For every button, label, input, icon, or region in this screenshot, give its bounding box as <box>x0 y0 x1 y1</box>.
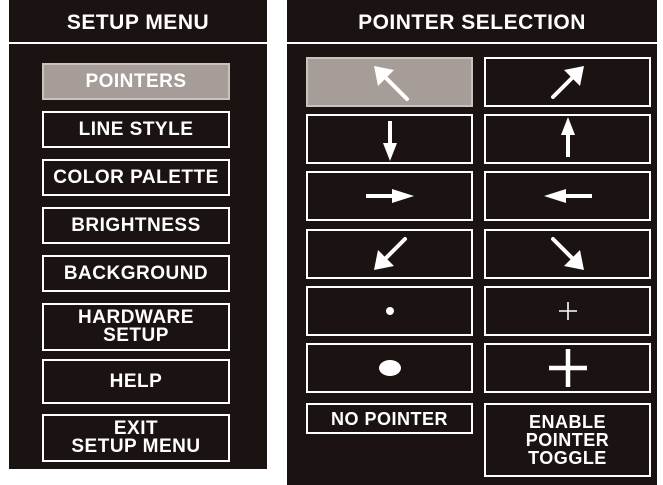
pointer-selection-title: POINTER SELECTION <box>358 11 586 34</box>
arrow-up-left-icon <box>373 66 409 101</box>
large-dot-icon <box>378 360 401 376</box>
setup-menu-title: SETUP MENU <box>66 11 210 34</box>
arrow-up-icon <box>560 117 575 157</box>
pointer-option-arrow-left[interactable] <box>484 171 651 221</box>
hardware-setup-button[interactable]: HARDWARE SETUP <box>42 303 230 351</box>
exit-setup-menu-button[interactable]: EXIT SETUP MENU <box>42 414 230 462</box>
color-palette-button[interactable]: COLOR PALETTE <box>42 159 230 196</box>
pointer-option-large-crosshair[interactable] <box>484 343 651 393</box>
small-dot-icon <box>385 307 394 315</box>
line-style-button[interactable]: LINE STYLE <box>42 111 230 148</box>
pointer-option-arrow-down-left[interactable] <box>306 229 473 279</box>
brightness-button[interactable]: BRIGHTNESS <box>42 207 230 244</box>
large-crosshair-icon <box>548 349 587 387</box>
arrow-right-icon <box>365 189 414 203</box>
pointer-option-arrow-up-left[interactable] <box>306 57 473 107</box>
pointer-option-arrow-down[interactable] <box>306 114 473 164</box>
pointer-option-arrow-up-right[interactable] <box>484 57 651 107</box>
background-button[interactable]: BACKGROUND <box>42 255 230 292</box>
pointer-option-small-dot[interactable] <box>306 286 473 336</box>
enable-pointer-toggle-button[interactable]: ENABLE POINTER TOGGLE <box>484 403 651 477</box>
pointer-option-arrow-right[interactable] <box>306 171 473 221</box>
pointer-option-arrow-down-right[interactable] <box>484 229 651 279</box>
setup-menu-panel: SETUP MENU POINTERS LINE STYLE COLOR PAL… <box>9 0 267 469</box>
setup-menu-title-divider <box>9 42 267 44</box>
arrow-down-icon <box>382 121 397 161</box>
small-crosshair-icon <box>558 302 577 320</box>
pointers-button[interactable]: POINTERS <box>42 63 230 100</box>
pointer-option-large-dot[interactable] <box>306 343 473 393</box>
pointer-selection-title-divider <box>287 42 657 44</box>
arrow-down-left-icon <box>373 237 407 270</box>
no-pointer-button[interactable]: NO POINTER <box>306 403 473 434</box>
arrow-down-right-icon <box>550 237 584 270</box>
pointer-option-small-crosshair[interactable] <box>484 286 651 336</box>
pointer-option-arrow-up[interactable] <box>484 114 651 164</box>
help-button[interactable]: HELP <box>42 359 230 404</box>
arrow-up-right-icon <box>550 66 584 99</box>
arrow-left-icon <box>543 189 592 203</box>
pointer-selection-panel: POINTER SELECTION NO POINTER ENABLE POIN… <box>287 0 657 485</box>
